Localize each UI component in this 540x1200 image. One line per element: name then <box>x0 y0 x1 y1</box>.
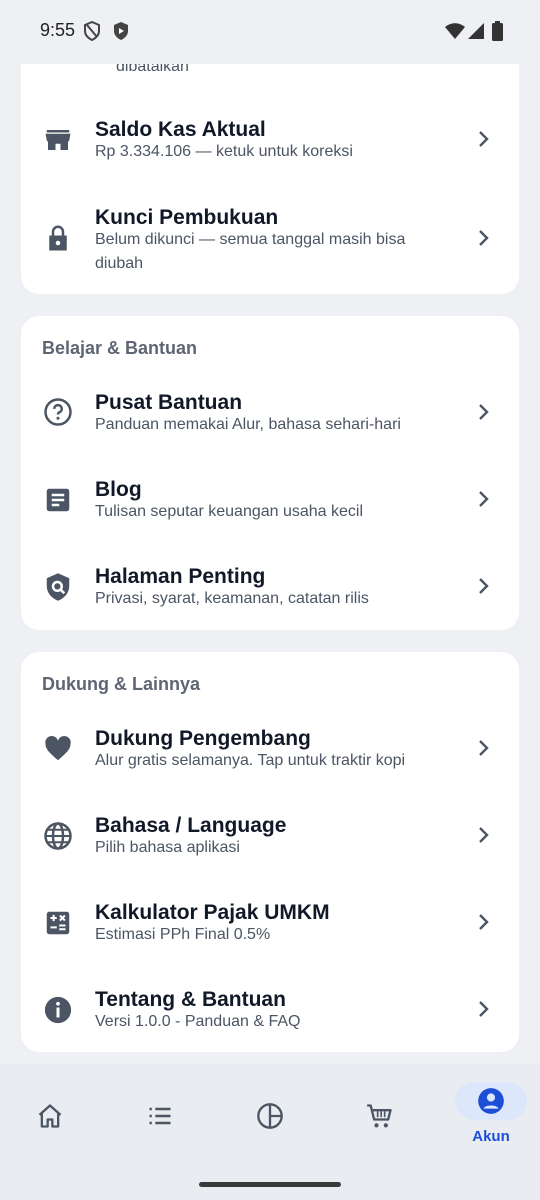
bottom-navigation: Akun <box>0 1064 540 1200</box>
chevron-right-icon <box>479 740 489 756</box>
blog-title: Blog <box>95 478 142 501</box>
pusat-bantuan-row[interactable]: Pusat Bantuan Panduan memakai Alur, baha… <box>21 369 519 456</box>
halaman-penting-title: Halaman Penting <box>95 565 266 588</box>
saldo-kas-subtitle: Rp 3.334.106 — ketuk untuk koreksi <box>95 143 353 160</box>
home-icon <box>38 1104 62 1128</box>
settings-scroll-area[interactable]: dibatalkan Saldo Kas Aktual Rp 3.334.106… <box>0 0 540 1064</box>
bahasa-subtitle: Pilih bahasa aplikasi <box>95 839 240 856</box>
list-icon <box>149 1107 171 1125</box>
dukung-pengembang-subtitle: Alur gratis selamanya. Tap untuk traktir… <box>95 752 406 769</box>
nav-home[interactable] <box>0 1082 100 1152</box>
tentang-bantuan-title: Tentang & Bantuan <box>95 988 286 1011</box>
blog-row[interactable]: Blog Tulisan seputar keuangan usaha keci… <box>21 456 519 543</box>
kalkulator-pajak-row[interactable]: Kalkulator Pajak UMKM Estimasi PPh Final… <box>21 879 519 966</box>
nav-transactions[interactable] <box>110 1082 210 1152</box>
chevron-right-icon <box>479 230 489 246</box>
halaman-penting-row[interactable]: Halaman Penting Privasi, syarat, keamana… <box>21 543 519 630</box>
status-time: 9:55 <box>40 20 76 40</box>
bahasa-title: Bahasa / Language <box>95 814 287 837</box>
status-bar: 9:55 <box>0 0 540 64</box>
chevron-right-icon <box>479 914 489 930</box>
lock-icon <box>49 225 67 251</box>
saldo-kas-title: Saldo Kas Aktual <box>95 118 266 141</box>
wifi-icon <box>445 23 465 39</box>
chevron-right-icon <box>479 491 489 507</box>
nav-shop[interactable] <box>330 1082 430 1152</box>
article-icon <box>46 488 70 512</box>
cart-icon <box>367 1104 392 1128</box>
learn-section-title: Belajar & Bantuan <box>42 338 198 358</box>
store-icon <box>45 130 71 150</box>
kalkulator-pajak-title: Kalkulator Pajak UMKM <box>95 901 330 924</box>
tentang-bantuan-subtitle: Versi 1.0.0 - Panduan & FAQ <box>95 1013 301 1030</box>
signal-icon <box>468 23 484 39</box>
help-circle-icon <box>44 398 72 426</box>
bahasa-row[interactable]: Bahasa / Language Pilih bahasa aplikasi <box>21 792 519 879</box>
pusat-bantuan-subtitle: Panduan memakai Alur, bahasa sehari-hari <box>95 416 401 433</box>
shield-search-icon <box>46 573 70 601</box>
chevron-right-icon <box>479 827 489 843</box>
nav-reports[interactable] <box>220 1082 320 1152</box>
pusat-bantuan-title: Pusat Bantuan <box>95 391 243 414</box>
kunci-pembukuan-title: Kunci Pembukuan <box>95 206 279 229</box>
info-icon <box>44 996 72 1024</box>
shield-status-icon <box>84 21 100 41</box>
nav-account-label[interactable]: Akun <box>455 1128 527 1145</box>
support-more-card: Dukung & Lainnya Dukung Pengembang Alur … <box>21 652 519 1052</box>
dukung-pengembang-title: Dukung Pengembang <box>95 727 311 750</box>
pie-chart-icon <box>257 1103 283 1129</box>
heart-icon <box>45 735 71 761</box>
kunci-pembukuan-row[interactable]: Kunci Pembukuan Belum dikunci — semua ta… <box>21 183 519 294</box>
nav-account[interactable] <box>455 1082 527 1120</box>
chevron-right-icon <box>479 404 489 420</box>
kalkulator-pajak-subtitle: Estimasi PPh Final 0.5% <box>95 926 271 943</box>
home-indicator[interactable] <box>199 1182 341 1187</box>
calculator-icon <box>46 911 70 935</box>
account-icon <box>478 1088 504 1114</box>
kunci-pembukuan-subtitle: Belum dikunci — semua tanggal masih bisa… <box>95 231 406 272</box>
dukung-pengembang-row[interactable]: Dukung Pengembang Alur gratis selamanya.… <box>21 705 519 792</box>
globe-icon <box>44 822 72 850</box>
battery-icon <box>492 21 503 41</box>
support-section-title: Dukung & Lainnya <box>42 674 201 694</box>
blog-subtitle: Tulisan seputar keuangan usaha kecil <box>95 503 364 520</box>
halaman-penting-subtitle: Privasi, syarat, keamanan, catatan rilis <box>95 590 369 607</box>
play-protect-icon <box>114 22 128 40</box>
chevron-right-icon <box>479 578 489 594</box>
chevron-right-icon <box>479 131 489 147</box>
saldo-kas-row[interactable]: Saldo Kas Aktual Rp 3.334.106 — ketuk un… <box>21 96 519 183</box>
learn-help-card: Belajar & Bantuan Pusat Bantuan Panduan … <box>21 316 519 630</box>
chevron-right-icon <box>479 1001 489 1017</box>
tentang-bantuan-row[interactable]: Tentang & Bantuan Versi 1.0.0 - Panduan … <box>21 966 519 1053</box>
